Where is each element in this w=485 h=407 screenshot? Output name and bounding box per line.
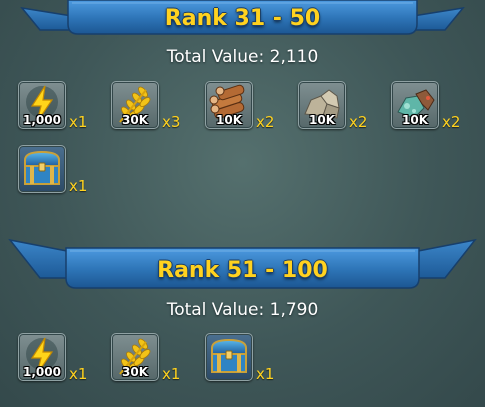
reward-item[interactable] [18, 145, 66, 193]
total-value: Total Value: 2,110 [166, 47, 319, 67]
reward-slot[interactable]: 10K x2 [298, 81, 367, 131]
reward-slot[interactable]: x1 [18, 145, 87, 195]
reward-slot[interactable]: 30K x3 [111, 81, 180, 131]
reward-item[interactable]: 10K [298, 81, 346, 129]
reward-quantity: x2 [256, 113, 275, 131]
reward-quantity: x1 [256, 365, 275, 383]
rank-title: Rank 51 - 100 [157, 258, 328, 283]
reward-quantity: x2 [349, 113, 368, 131]
reward-item[interactable]: 30K [111, 333, 159, 381]
reward-amount: 10K [309, 113, 335, 127]
rank-section-51-100: Rank 51 - 100 Total Value: 1,790 1,000 x… [0, 230, 485, 407]
reward-item[interactable]: 30K [111, 81, 159, 129]
treasure-chest-icon [24, 150, 60, 185]
reward-slot[interactable]: 10K x2 [391, 81, 460, 131]
reward-slot[interactable]: 1,000 x1 [18, 81, 87, 131]
reward-quantity: x1 [69, 365, 88, 383]
rank-banner: Rank 31 - 50 [0, 0, 485, 42]
reward-amount: 1,000 [23, 365, 61, 379]
reward-amount: 30K [122, 365, 148, 379]
reward-item[interactable]: 10K [391, 81, 439, 129]
reward-item[interactable]: 1,000 [18, 81, 66, 129]
reward-amount: 30K [122, 113, 148, 127]
rank-banner: Rank 51 - 100 [0, 234, 485, 292]
reward-slot[interactable]: 30K x1 [111, 333, 180, 383]
treasure-chest-icon [211, 338, 247, 373]
reward-slot[interactable]: 10K x2 [205, 81, 274, 131]
rank-section-31-50: Rank 31 - 50 Total Value: 2,110 1,000 x1 [0, 0, 485, 230]
reward-slot[interactable]: x1 [205, 333, 274, 383]
reward-item[interactable]: 10K [205, 81, 253, 129]
reward-item[interactable]: 1,000 [18, 333, 66, 381]
total-value: Total Value: 1,790 [166, 300, 319, 320]
reward-quantity: x2 [442, 113, 461, 131]
reward-amount: 10K [216, 113, 242, 127]
reward-item[interactable] [205, 333, 253, 381]
reward-amount: 1,000 [23, 113, 61, 127]
rank-title: Rank 31 - 50 [164, 6, 321, 31]
reward-quantity: x1 [69, 177, 88, 195]
reward-amount: 10K [402, 113, 428, 127]
reward-quantity: x1 [69, 113, 88, 131]
reward-quantity: x1 [162, 365, 181, 383]
reward-slot[interactable]: 1,000 x1 [18, 333, 87, 383]
reward-quantity: x3 [162, 113, 181, 131]
